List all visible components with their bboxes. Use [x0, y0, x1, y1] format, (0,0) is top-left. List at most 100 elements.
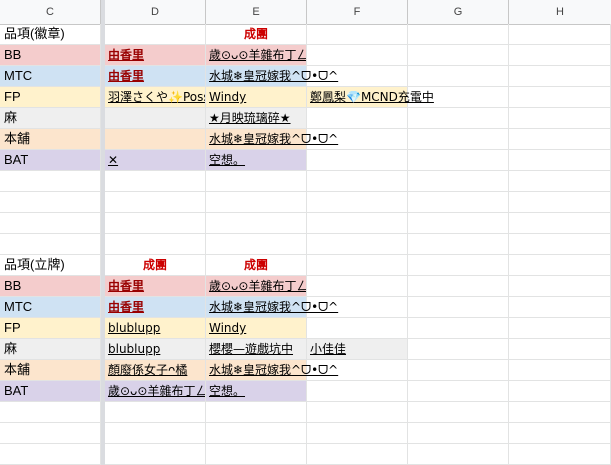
column-header-c[interactable]: C	[0, 0, 101, 24]
cell[interactable]	[307, 129, 408, 150]
cell[interactable]	[509, 255, 611, 276]
row-label[interactable]: 麻	[0, 339, 101, 360]
cell[interactable]	[509, 444, 611, 465]
cell[interactable]	[408, 234, 509, 255]
group-status-header[interactable]: 成團	[105, 255, 206, 276]
cell[interactable]: 櫻櫻—遊戲坑中	[206, 339, 307, 360]
cell[interactable]: 水城❄皇冠嫁我^ᗜ•ᗜ^	[206, 297, 338, 318]
cell[interactable]	[509, 108, 611, 129]
cell[interactable]	[509, 213, 611, 234]
cell[interactable]	[105, 402, 206, 423]
cell[interactable]	[408, 318, 509, 339]
participant-link[interactable]: blublupp	[108, 342, 160, 356]
cell[interactable]	[509, 45, 611, 66]
cell[interactable]: Windy	[206, 318, 307, 339]
cell[interactable]	[509, 276, 611, 297]
cell[interactable]	[509, 297, 611, 318]
column-header-f[interactable]: F	[307, 0, 408, 24]
cell[interactable]	[408, 297, 509, 318]
cell[interactable]: 空想。	[206, 381, 307, 402]
cell[interactable]	[307, 150, 408, 171]
row-label[interactable]: FP	[0, 318, 101, 339]
row-label[interactable]: FP	[0, 87, 101, 108]
frozen-column-divider[interactable]	[101, 0, 105, 465]
cell[interactable]	[105, 108, 206, 129]
cell[interactable]	[105, 129, 206, 150]
cell[interactable]	[307, 381, 408, 402]
cell[interactable]	[0, 192, 101, 213]
participant-link[interactable]: 由香里	[108, 69, 144, 83]
cell[interactable]	[307, 276, 408, 297]
group-status-header[interactable]: 成團	[206, 255, 307, 276]
cell[interactable]: 由香里	[105, 297, 206, 318]
cell[interactable]	[307, 234, 408, 255]
row-label[interactable]: 麻	[0, 108, 101, 129]
participant-link[interactable]: 空想。	[209, 153, 245, 167]
cell[interactable]	[509, 234, 611, 255]
cell[interactable]	[307, 318, 408, 339]
cell[interactable]	[105, 444, 206, 465]
participant-link[interactable]: Windy	[209, 90, 246, 104]
row-label[interactable]: BB	[0, 276, 101, 297]
cell[interactable]	[408, 129, 509, 150]
cell[interactable]	[105, 192, 206, 213]
participant-link[interactable]: 歲⊙ᴗ⊙羊雜布丁ㄥ	[209, 279, 306, 293]
cell[interactable]: 水城❄皇冠嫁我^ᗜ•ᗜ^	[206, 129, 338, 150]
cell[interactable]	[408, 360, 509, 381]
cell[interactable]	[206, 444, 307, 465]
section-header-badge[interactable]: 品項(徽章)	[0, 24, 101, 45]
cell[interactable]	[509, 66, 611, 87]
cell[interactable]	[0, 234, 101, 255]
cell[interactable]	[0, 423, 101, 444]
cell[interactable]: 鄭鳳梨💎MCND充電中	[307, 87, 434, 108]
cell[interactable]	[408, 108, 509, 129]
participant-link[interactable]: 由香里	[108, 279, 144, 293]
cell[interactable]	[105, 234, 206, 255]
cell[interactable]: 羽澤さくや✨Poss	[105, 87, 206, 108]
participant-link[interactable]: ✕	[108, 153, 118, 167]
cell[interactable]	[307, 45, 408, 66]
cell[interactable]	[206, 192, 307, 213]
column-header-g[interactable]: G	[408, 0, 509, 24]
column-header-d[interactable]: D	[105, 0, 206, 24]
cell[interactable]: 小佳佳	[307, 339, 408, 360]
cell[interactable]	[307, 213, 408, 234]
participant-link[interactable]: Windy	[209, 321, 246, 335]
participant-link[interactable]: 櫻櫻—遊戲坑中	[209, 342, 293, 356]
cell[interactable]	[509, 87, 611, 108]
participant-link[interactable]: 由香里	[108, 300, 144, 314]
cell[interactable]: 顏廢係女子ᴖ橘	[105, 360, 206, 381]
row-label[interactable]: 本舖	[0, 129, 101, 150]
cell[interactable]	[307, 360, 408, 381]
cell[interactable]	[206, 171, 307, 192]
cell[interactable]: 水城❄皇冠嫁我^ᗜ•ᗜ^	[206, 66, 338, 87]
cell[interactable]	[509, 402, 611, 423]
group-status-header[interactable]: 成團	[206, 24, 307, 45]
cell[interactable]	[307, 108, 408, 129]
row-label[interactable]: BAT	[0, 381, 101, 402]
cell[interactable]: 空想。	[206, 150, 307, 171]
participant-link[interactable]: 小佳佳	[310, 342, 346, 356]
cell[interactable]	[408, 423, 509, 444]
cell[interactable]	[509, 318, 611, 339]
cell[interactable]	[408, 444, 509, 465]
cell[interactable]	[307, 297, 408, 318]
cell[interactable]	[408, 339, 509, 360]
row-label[interactable]: BB	[0, 45, 101, 66]
cell[interactable]	[307, 24, 408, 45]
cell[interactable]	[509, 129, 611, 150]
cell[interactable]	[408, 255, 509, 276]
cell[interactable]	[408, 402, 509, 423]
cell[interactable]	[408, 45, 509, 66]
row-label[interactable]: MTC	[0, 66, 101, 87]
cell[interactable]	[206, 234, 307, 255]
cell[interactable]	[0, 402, 101, 423]
cell[interactable]: 由香里	[105, 276, 206, 297]
participant-link[interactable]: blublupp	[108, 321, 160, 335]
cell[interactable]	[0, 171, 101, 192]
cell[interactable]	[509, 423, 611, 444]
column-header-h[interactable]: H	[509, 0, 611, 24]
cell[interactable]	[408, 150, 509, 171]
cell[interactable]: Windy	[206, 87, 307, 108]
cell[interactable]: 歲⊙ᴗ⊙羊雜布丁ㄥ	[206, 45, 307, 66]
